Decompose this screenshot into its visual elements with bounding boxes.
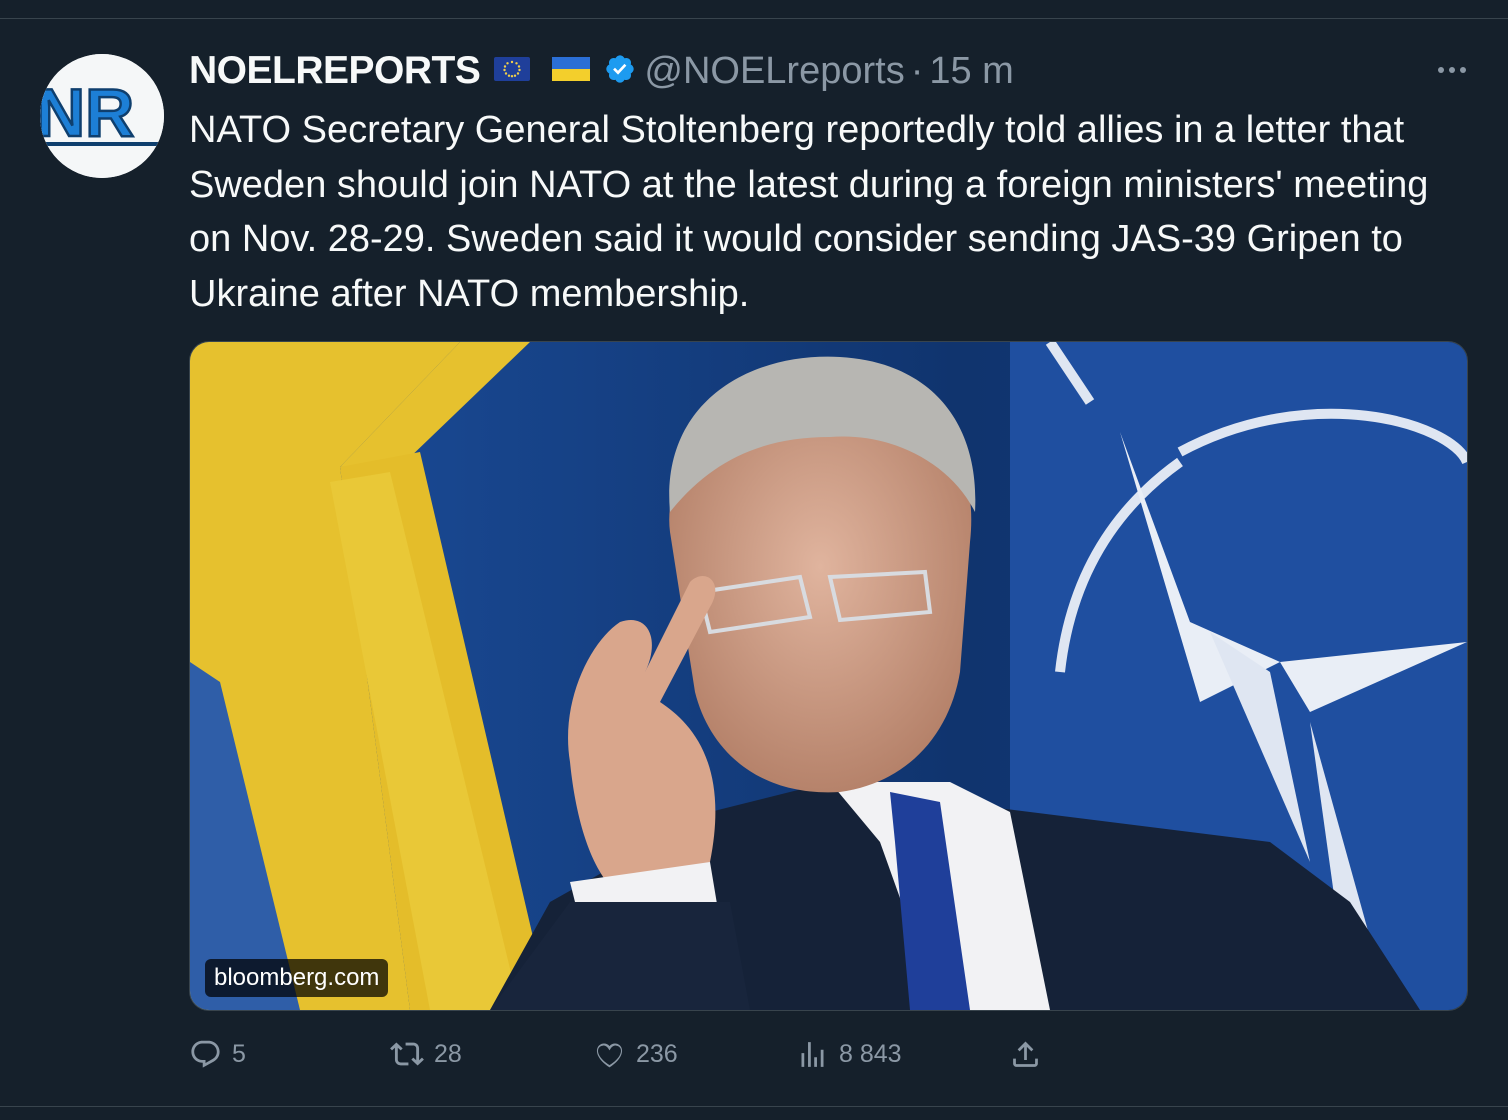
bottom-divider [0, 1106, 1508, 1107]
svg-text:NR: NR [40, 75, 134, 151]
nr-logo-icon: NR [40, 54, 164, 178]
ukraine-flag-icon [552, 56, 591, 86]
author-name[interactable]: NOELREPORTS [189, 49, 481, 93]
retweet-icon [390, 1042, 424, 1066]
top-divider [0, 18, 1508, 19]
tweet-media[interactable]: bloomberg.com [189, 341, 1468, 1011]
author-handle[interactable]: @NOELreports [644, 50, 904, 93]
views-count: 8 843 [839, 1039, 902, 1068]
reply-count: 5 [232, 1039, 246, 1068]
more-options-icon[interactable] [1432, 58, 1472, 82]
share-button[interactable] [1009, 1034, 1042, 1074]
heart-icon [596, 1042, 623, 1067]
like-count: 236 [636, 1039, 678, 1068]
views-button[interactable]: 8 843 [796, 1034, 902, 1074]
share-icon [1013, 1041, 1038, 1067]
views-chart-icon [801, 1041, 824, 1067]
verified-badge-icon[interactable] [604, 53, 636, 90]
author-avatar[interactable]: NR [40, 54, 164, 178]
separator-dot: · [910, 49, 924, 92]
tweet-text: NATO Secretary General Stoltenberg repor… [189, 109, 1429, 315]
news-photo [190, 342, 1467, 1010]
eu-flag-icon [494, 56, 531, 86]
tweet-actions: 5 28 236 8 843 [189, 1034, 1049, 1074]
reply-button[interactable]: 5 [189, 1034, 246, 1074]
like-button[interactable]: 236 [593, 1034, 678, 1074]
tweet-header: NOELREPORTS @NOELreports · 15 m [189, 46, 1014, 96]
reply-icon [191, 1040, 220, 1068]
retweet-count: 28 [434, 1039, 462, 1068]
retweet-button[interactable]: 28 [390, 1034, 462, 1074]
media-source-label: bloomberg.com [205, 959, 389, 997]
tweet-timestamp[interactable]: 15 m [929, 50, 1013, 93]
